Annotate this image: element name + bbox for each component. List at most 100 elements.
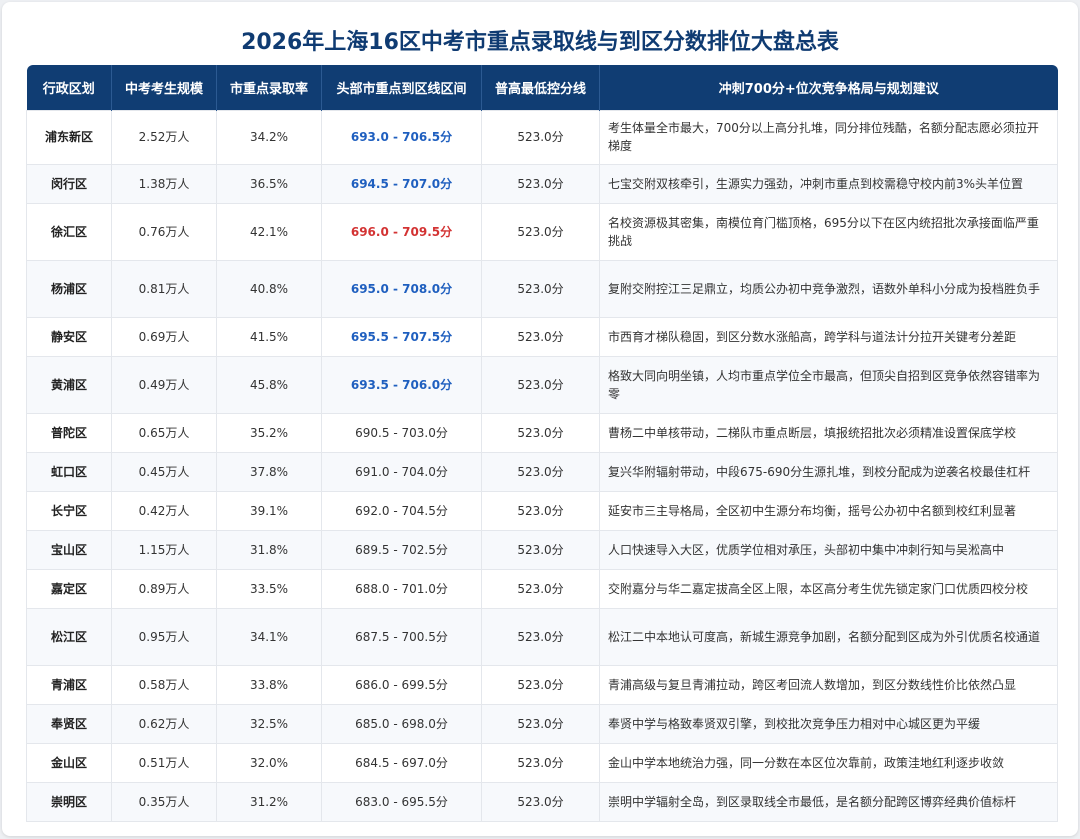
district-cell: 杨浦区 [26,259,112,318]
table-row: 普陀区 0.65万人 35.2% 690.5 - 703.0分 523.0分 曹杨二中单核… [26,412,1058,453]
table-row: 静安区 0.69万人 41.5% 695.5 - 707.5分 523.0分 市西育才梯队… [26,316,1058,357]
table-row: 徐汇区 0.76万人 42.1% 696.0 - 709.5分 523.0分 名校资源极其… [26,202,1058,261]
min-line-cell: 523.0分 [481,259,600,318]
district-cell: 浦东新区 [26,109,112,165]
table-row: 青浦区 0.58万人 33.8% 686.0 - 699.5分 523.0分 青浦高级与复… [26,664,1058,705]
scale-cell: 0.49万人 [111,355,217,414]
rate-cell: 31.8% [216,529,322,570]
range-cell: 685.0 - 698.0分 [321,703,482,744]
rate-cell: 34.2% [216,109,322,165]
min-line-cell: 523.0分 [481,163,600,204]
scale-cell: 0.76万人 [111,202,217,261]
district-cell: 徐汇区 [26,202,112,261]
advice-cell: 七宝交附双核牵引，生源实力强劲，冲刺市重点到校需稳守校内前3%头羊位置 [599,163,1058,204]
rate-cell: 45.8% [216,355,322,414]
advice-cell: 市西育才梯队稳固，到区分数水涨船高，跨学科与道法计分拉开关键考分差距 [599,316,1058,357]
range-cell: 690.5 - 703.0分 [321,412,482,453]
range-cell: 686.0 - 699.5分 [321,664,482,705]
district-cell: 嘉定区 [26,568,112,609]
range-cell: 693.0 - 706.5分 [321,109,482,165]
page-title: 2026年上海16区中考市重点录取线与到区分数排位大盘总表 [241,30,839,55]
scale-cell: 0.51万人 [111,742,217,783]
scale-cell: 0.58万人 [111,664,217,705]
scale-cell: 0.62万人 [111,703,217,744]
min-line-cell: 523.0分 [481,451,600,492]
table-row: 浦东新区 2.52万人 34.2% 693.0 - 706.5分 523.0分 考生体量全… [26,109,1058,165]
scale-cell: 0.81万人 [111,259,217,318]
min-line-cell: 523.0分 [481,607,600,666]
advice-cell: 曹杨二中单核带动，二梯队市重点断层，填报统招批次必须精准设置保底学校 [599,412,1058,453]
rate-cell: 37.8% [216,451,322,492]
col-header-min-line: 普高最低控分线 [481,65,600,110]
advice-cell: 考生体量全市最大，700分以上高分扎堆，同分排位残酷，名额分配志愿必须拉开梯度 [599,109,1058,165]
table-row: 长宁区 0.42万人 39.1% 692.0 - 704.5分 523.0分 延安市三主导… [26,490,1058,531]
district-cell: 闵行区 [26,163,112,204]
district-cell: 黄浦区 [26,355,112,414]
range-cell: 696.0 - 709.5分 [321,202,482,261]
scale-cell: 0.42万人 [111,490,217,531]
table-row: 嘉定区 0.89万人 33.5% 688.0 - 701.0分 523.0分 交附嘉分与华… [26,568,1058,609]
range-cell: 689.5 - 702.5分 [321,529,482,570]
table-row: 松江区 0.95万人 34.1% 687.5 - 700.5分 523.0分 松江二中本地… [26,607,1058,666]
advice-cell: 人口快速导入大区，优质学位相对承压，头部初中集中冲刺行知与吴淞高中 [599,529,1058,570]
scale-cell: 0.45万人 [111,451,217,492]
advice-cell: 复附交附控江三足鼎立，均质公办初中竞争激烈，语数外单科小分成为投档胜负手 [599,259,1058,318]
advice-cell: 奉贤中学与格致奉贤双引擎，到校批次竞争压力相对中心城区更为平缓 [599,703,1058,744]
min-line-cell: 523.0分 [481,568,600,609]
min-line-cell: 523.0分 [481,412,600,453]
table-body: 浦东新区 2.52万人 34.2% 693.0 - 706.5分 523.0分 考生体量全… [26,109,1058,822]
table-row: 奉贤区 0.62万人 32.5% 685.0 - 698.0分 523.0分 奉贤中学与格… [26,703,1058,744]
district-cell: 金山区 [26,742,112,783]
rate-cell: 36.5% [216,163,322,204]
col-header-district: 行政区划 [26,65,112,110]
advice-cell: 金山中学本地统治力强，同一分数在本区位次靠前，政策洼地红利逐步收敛 [599,742,1058,783]
district-cell: 静安区 [26,316,112,357]
scale-cell: 0.95万人 [111,607,217,666]
min-line-cell: 523.0分 [481,742,600,783]
rate-cell: 35.2% [216,412,322,453]
district-cell: 奉贤区 [26,703,112,744]
table-row: 金山区 0.51万人 32.0% 684.5 - 697.0分 523.0分 金山中学本地… [26,742,1058,783]
range-cell: 687.5 - 700.5分 [321,607,482,666]
range-cell: 695.5 - 707.5分 [321,316,482,357]
scale-cell: 1.15万人 [111,529,217,570]
scale-cell: 2.52万人 [111,109,217,165]
district-cell: 普陀区 [26,412,112,453]
range-cell: 695.0 - 708.0分 [321,259,482,318]
advice-cell: 崇明中学辐射全岛，到区录取线全市最低，是名额分配跨区博弈经典价值标杆 [599,781,1058,822]
admission-table: 行政区划 中考考生规模 市重点录取率 头部市重点到区线区间 普高最低控分线 冲刺… [26,65,1058,822]
rate-cell: 42.1% [216,202,322,261]
advice-cell: 青浦高级与复旦青浦拉动，跨区考回流人数增加，到区分数线性价比依然凸显 [599,664,1058,705]
range-cell: 691.0 - 704.0分 [321,451,482,492]
range-cell: 692.0 - 704.5分 [321,490,482,531]
rate-cell: 34.1% [216,607,322,666]
min-line-cell: 523.0分 [481,355,600,414]
rate-cell: 40.8% [216,259,322,318]
min-line-cell: 523.0分 [481,781,600,822]
rate-cell: 41.5% [216,316,322,357]
min-line-cell: 523.0分 [481,529,600,570]
rate-cell: 39.1% [216,490,322,531]
col-header-range: 头部市重点到区线区间 [321,65,482,110]
rate-cell: 33.8% [216,664,322,705]
range-cell: 688.0 - 701.0分 [321,568,482,609]
advice-cell: 格致大同向明坐镇，人均市重点学位全市最高，但顶尖自招到区竞争依然容错率为零 [599,355,1058,414]
table-row: 宝山区 1.15万人 31.8% 689.5 - 702.5分 523.0分 人口快速导入… [26,529,1058,570]
rate-cell: 33.5% [216,568,322,609]
report-card: 2026年上海16区中考市重点录取线与到区分数排位大盘总表 行政区划 中考考生规… [2,2,1078,836]
scale-cell: 0.69万人 [111,316,217,357]
range-cell: 693.5 - 706.0分 [321,355,482,414]
advice-cell: 交附嘉分与华二嘉定拔高全区上限，本区高分考生优先锁定家门口优质四校分校 [599,568,1058,609]
rate-cell: 31.2% [216,781,322,822]
district-cell: 宝山区 [26,529,112,570]
range-cell: 694.5 - 707.0分 [321,163,482,204]
table-row: 闵行区 1.38万人 36.5% 694.5 - 707.0分 523.0分 七宝交附双核… [26,163,1058,204]
advice-cell: 延安市三主导格局，全区初中生源分布均衡，摇号公办初中名额到校红利显著 [599,490,1058,531]
table-row: 虹口区 0.45万人 37.8% 691.0 - 704.0分 523.0分 复兴华附辐射… [26,451,1058,492]
table-row: 崇明区 0.35万人 31.2% 683.0 - 695.5分 523.0分 崇明中学辐射… [26,781,1058,822]
scale-cell: 0.35万人 [111,781,217,822]
range-cell: 684.5 - 697.0分 [321,742,482,783]
col-header-advice: 冲刺700分+位次竞争格局与规划建议 [718,81,939,97]
min-line-cell: 523.0分 [481,109,600,165]
scale-cell: 0.89万人 [111,568,217,609]
